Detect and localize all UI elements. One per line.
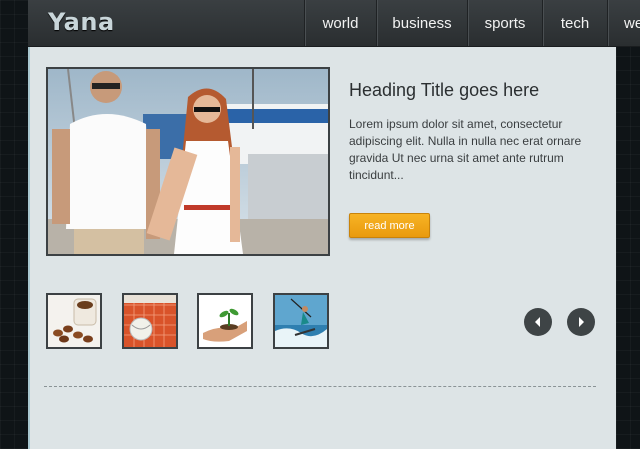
nav-item-tech[interactable]: tech	[542, 0, 607, 46]
thumbnail-coffee-beans[interactable]	[46, 293, 102, 349]
nav-item-business[interactable]: business	[376, 0, 467, 46]
top-navigation-bar: Yana world business sports tech we	[28, 0, 640, 47]
nav-item-world[interactable]: world	[304, 0, 376, 46]
slider-next-button[interactable]	[567, 308, 595, 336]
hero-image[interactable]	[46, 67, 330, 256]
section-divider	[44, 386, 596, 387]
site-logo[interactable]: Yana	[48, 8, 115, 36]
thumbnail-plant[interactable]	[197, 293, 253, 349]
surfer-icon	[275, 295, 327, 347]
read-more-button[interactable]: read more	[349, 213, 430, 238]
thumbnail-surfer[interactable]	[273, 293, 329, 349]
nav-item-truncated[interactable]: we	[607, 0, 640, 46]
plant-in-hand-icon	[199, 295, 251, 347]
tennis-ball-icon	[124, 295, 176, 347]
feature-heading: Heading Title goes here	[349, 80, 540, 100]
feature-body-text: Lorem ipsum dolor sit amet, consectetur …	[349, 117, 582, 182]
slider-prev-button[interactable]	[524, 308, 552, 336]
couple-photo-illustration	[48, 69, 328, 254]
nav-item-sports[interactable]: sports	[467, 0, 542, 46]
chevron-right-icon	[579, 317, 584, 327]
chevron-left-icon	[535, 317, 540, 327]
coffee-beans-icon	[48, 295, 100, 347]
thumbnail-tennis[interactable]	[122, 293, 178, 349]
